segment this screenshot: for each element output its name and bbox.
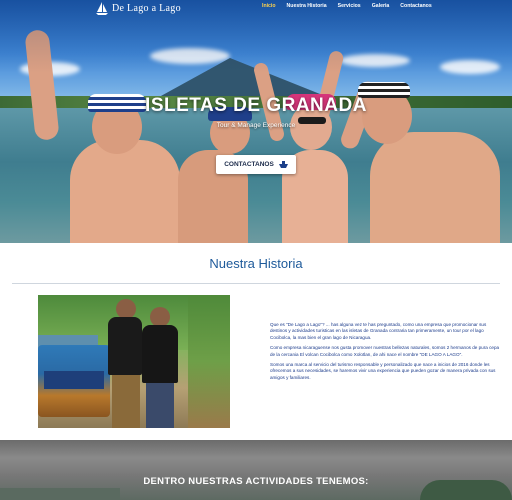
contact-button[interactable]: CONTACTANOS [216, 155, 296, 174]
hero-title: ISLETAS DE GRANADA [145, 95, 367, 116]
main-menu: Inicio Nuestra Historia Servicios Galeri… [262, 3, 432, 9]
brand-name: De Lago a Lago [112, 2, 181, 14]
activities-banner [0, 440, 512, 500]
shore [0, 488, 120, 500]
history-paragraph: Somos una marca al servicio del turismo … [270, 362, 496, 380]
team-photo [38, 295, 230, 428]
plants [188, 295, 230, 428]
boat-icon [278, 161, 288, 168]
nav-item-nuestra-historia[interactable]: Nuestra Historia [287, 3, 327, 9]
brand-logo[interactable]: De Lago a Lago [96, 1, 181, 15]
person-shirt [108, 317, 142, 375]
sailboat-icon [96, 1, 108, 15]
history-paragraph: Como empresa nicaraguense nos gusta prom… [270, 345, 500, 357]
person-head [116, 299, 136, 319]
person-head [150, 307, 170, 327]
person-pants [112, 375, 140, 428]
person-shirt [142, 325, 178, 383]
nav-item-servicios[interactable]: Servicios [338, 3, 361, 9]
top-navigation: De Lago a Lago Inicio Nuestra Historia S… [0, 0, 512, 16]
nav-item-inicio[interactable]: Inicio [262, 3, 276, 9]
section-divider [12, 283, 500, 284]
nav-item-contactanos[interactable]: Contactanos [400, 3, 431, 9]
boat-seats [44, 371, 104, 389]
person-pants [146, 383, 174, 428]
history-paragraph: Que es "De Lago a Lago"? ... has alguna … [270, 322, 487, 340]
section-title-historia: Nuestra Historia [209, 256, 303, 271]
hero-subtitle: Tour & Manage Experience [216, 122, 296, 129]
hero-banner: De Lago a Lago Inicio Nuestra Historia S… [0, 0, 512, 243]
contact-button-label: CONTACTANOS [224, 161, 274, 168]
activities-title: DENTRO NUESTRAS ACTIVIDADES TENEMOS: [143, 476, 369, 487]
history-text: Que es "De Lago a Lago"? ... has alguna … [270, 322, 502, 385]
nav-item-galeria[interactable]: Galeria [372, 3, 390, 9]
